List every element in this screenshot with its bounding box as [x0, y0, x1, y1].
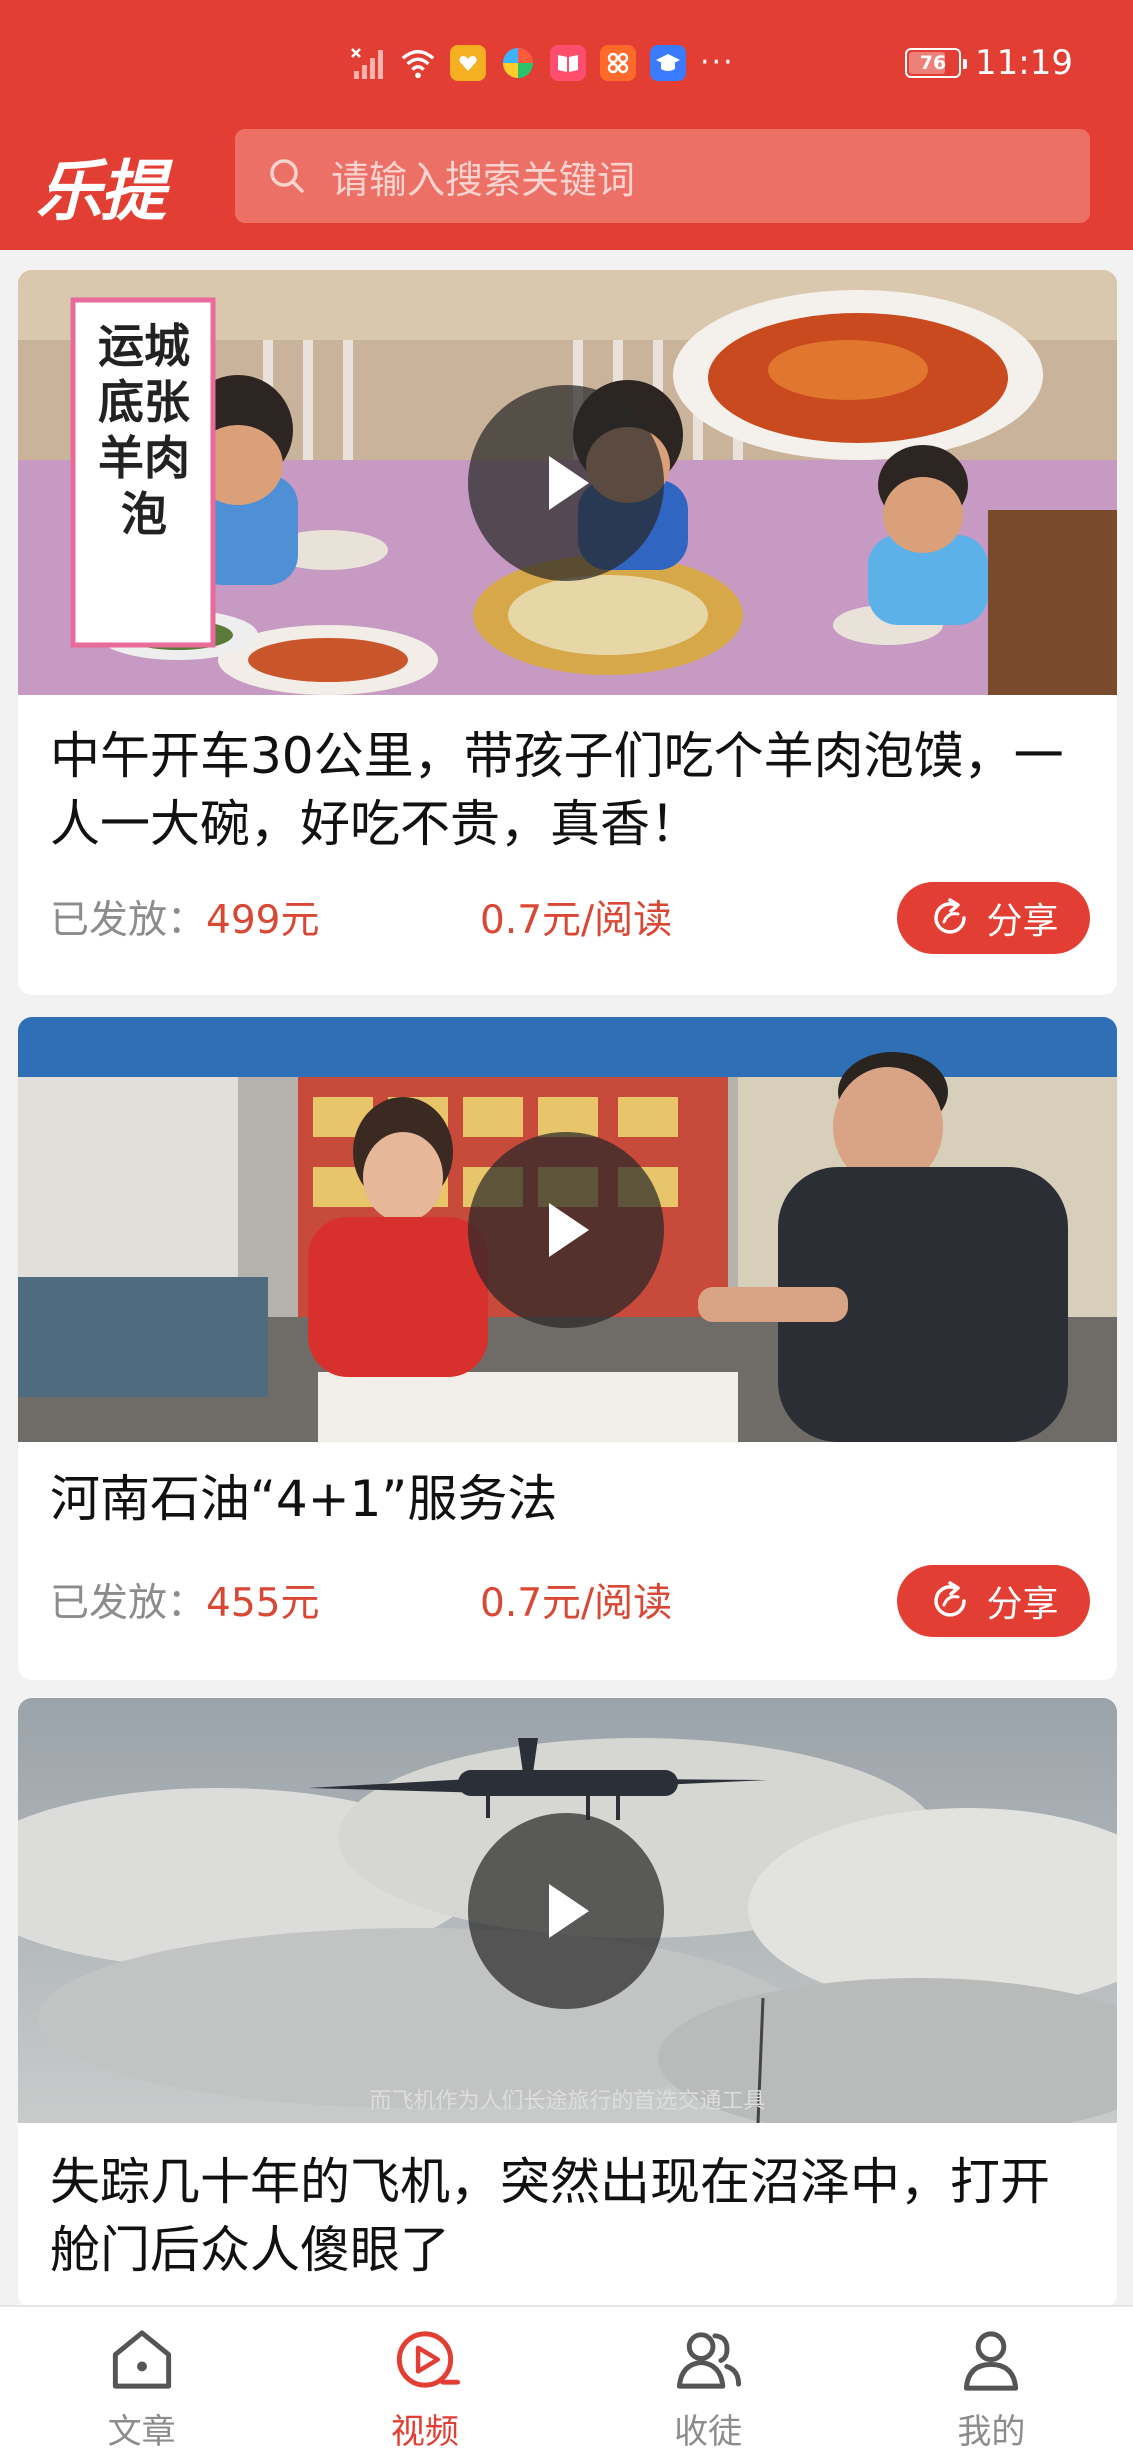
play-icon	[549, 456, 589, 510]
status-overflow: ···	[700, 45, 735, 80]
video-meta: 已发放： 499元 0.7元/阅读 分享	[50, 882, 1090, 954]
nav-label: 视频	[390, 2412, 459, 2452]
search-placeholder: 请输入搜索关键词	[331, 157, 636, 202]
app-logo: 乐提	[36, 153, 166, 230]
search-bar[interactable]: 请输入搜索关键词	[235, 129, 1090, 223]
nav-item-articles[interactable]: 文章	[0, 2307, 283, 2453]
share-label: 分享	[986, 901, 1059, 942]
video-card[interactable]: 而飞机作为人们长途旅行的首选交通工具 失踪几十年的飞机，突然出现在沼泽中，打开舱…	[18, 1698, 1117, 2308]
share-button[interactable]: 分享	[897, 882, 1090, 954]
profile-icon	[964, 2331, 1019, 2391]
share-icon	[934, 1581, 967, 1617]
share-icon	[934, 898, 967, 934]
video-icon	[396, 2331, 460, 2388]
search-icon	[270, 159, 304, 193]
video-title[interactable]: 中午开车30公里，带孩子们吃个羊肉泡馍，一人一大碗，好吃不贵，真香！	[50, 722, 1090, 858]
nav-item-videos[interactable]: 视频	[283, 2307, 566, 2453]
colorful-app-icon	[500, 45, 536, 81]
share-label: 分享	[986, 1584, 1059, 1625]
wifi-icon	[400, 45, 436, 81]
thumbnail-overlay-text: 运城底张羊肉泡	[98, 319, 190, 541]
video-thumbnail[interactable]	[18, 1017, 1117, 1442]
video-meta: 已发放： 455元 0.7元/阅读 分享	[50, 1565, 1090, 1637]
status-right: 76 11:19	[905, 40, 1073, 86]
play-button[interactable]	[468, 1132, 664, 1328]
nav-label: 收徒	[674, 2412, 743, 2452]
app-notification-icon	[450, 45, 486, 81]
book-app-icon	[550, 45, 586, 81]
play-button[interactable]	[468, 385, 664, 581]
video-thumbnail[interactable]: 而飞机作为人们长途旅行的首选交通工具	[18, 1698, 1117, 2123]
article-icon	[112, 2330, 171, 2389]
nav-item-profile[interactable]: 我的	[850, 2307, 1133, 2453]
video-title[interactable]: 失踪几十年的飞机，突然出现在沼泽中，打开舱门后众人傻眼了	[50, 2148, 1090, 2284]
video-title[interactable]: 河南石油“4+1”服务法	[50, 1465, 1090, 1533]
play-icon	[549, 1884, 589, 1938]
paid-label: 已发放：	[50, 898, 207, 943]
battery-level: 76	[919, 52, 947, 74]
video-subtitle: 而飞机作为人们长途旅行的首选交通工具	[369, 2089, 766, 2114]
paid-amount: 455元	[206, 1581, 320, 1626]
apprentice-icon	[677, 2332, 742, 2389]
nav-label: 我的	[957, 2412, 1026, 2452]
play-button[interactable]	[468, 1813, 664, 2009]
nav-item-apprentices[interactable]: 收徒	[567, 2307, 850, 2453]
share-button[interactable]: 分享	[897, 1565, 1090, 1637]
nav-label: 文章	[107, 2412, 176, 2452]
status-icons: ···	[350, 40, 735, 86]
bottom-nav: 文章 视频 收徒 我的	[0, 2305, 1133, 2453]
play-icon	[549, 1203, 589, 1257]
paid-label: 已发放：	[50, 1581, 207, 1626]
video-card[interactable]: 河南石油“4+1”服务法 已发放： 455元 0.7元/阅读 分享	[18, 1017, 1117, 1680]
education-app-icon	[650, 45, 686, 81]
paid-amount: 499元	[206, 898, 320, 943]
dots-app-icon	[600, 45, 636, 81]
video-thumbnail[interactable]: 运城底张羊肉泡	[18, 270, 1117, 695]
battery-icon: 76	[905, 48, 968, 78]
reward-rate: 0.7元/阅读	[480, 1581, 673, 1626]
status-time: 11:19	[975, 43, 1073, 83]
reward-rate: 0.7元/阅读	[480, 898, 673, 943]
signal-off-icon	[350, 45, 386, 81]
app-header: ··· 76 11:19 乐提 请输入搜索关键词	[0, 0, 1133, 250]
status-bar: ··· 76 11:19	[0, 0, 1133, 125]
video-card[interactable]: 运城底张羊肉泡 中午开车30公里，带孩子们吃个羊肉泡馍，一人一大碗，好吃不贵，真…	[18, 270, 1117, 995]
